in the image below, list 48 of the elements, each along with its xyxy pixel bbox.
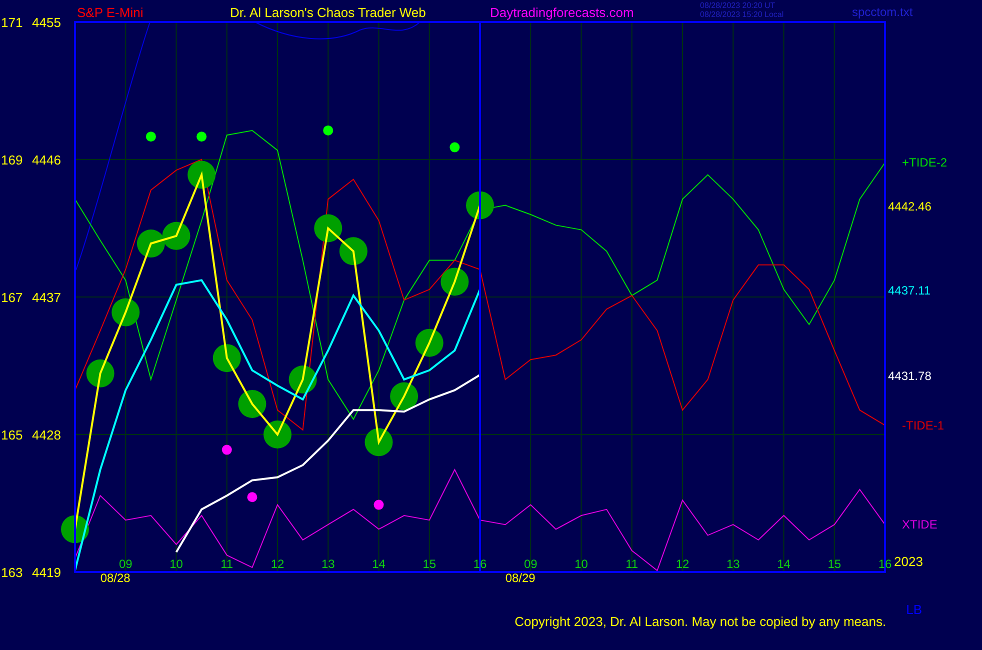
x-axis-label: 09	[524, 557, 538, 571]
x-axis-label: 10	[170, 557, 183, 571]
series-label: XTIDE	[902, 518, 938, 532]
point	[247, 492, 258, 502]
x-axis-label: 14	[777, 557, 790, 571]
value-label: 4442.46	[888, 199, 932, 214]
timestamp: 08/28/2023 15:20 Local	[700, 10, 784, 19]
x-axis-label: 14	[372, 557, 386, 571]
y-axis-label: 4428	[32, 428, 61, 442]
x-axis-label: 11	[220, 557, 234, 571]
point	[450, 142, 460, 152]
cycle-label: 169	[1, 152, 23, 168]
copyright-text: Copyright 2023, Dr. Al Larson. May not be copied by any means.	[514, 613, 886, 631]
x-axis-label: 13	[321, 557, 335, 571]
x-axis-label: 15	[422, 557, 436, 571]
x-axis-label: 12	[676, 557, 690, 571]
cycle-label: 171	[1, 15, 23, 30]
x-axis-label: 12	[270, 557, 284, 571]
value-label: 4431.78	[888, 368, 932, 383]
cycle-label: 167	[1, 290, 23, 305]
x-axis-label: 10	[574, 557, 588, 571]
x-axis-label: 11	[626, 557, 638, 571]
y-axis-label: 4437	[32, 290, 61, 305]
point	[374, 500, 384, 510]
cycle-label: 163	[1, 565, 23, 580]
instrument-label: S&P E-Mini	[77, 5, 144, 20]
y-axis-label: 4419	[32, 565, 61, 580]
point	[196, 132, 207, 142]
timestamp: 08/28/2023 20:20 UT	[700, 1, 776, 10]
site-link[interactable]: Daytradingforecasts.com	[490, 5, 634, 20]
date-label: 08/28	[100, 571, 130, 585]
point	[323, 125, 334, 136]
initials-text: LB	[906, 601, 922, 619]
cycle-label: 165	[1, 428, 23, 442]
date-label: 08/29	[505, 571, 536, 585]
x-axis-label: 15	[828, 557, 842, 571]
point	[146, 132, 156, 142]
chart-title: Dr. Al Larson's Chaos Trader Web	[230, 5, 426, 20]
series-label: -TIDE-1	[902, 418, 944, 432]
file-name: spcctom.txt	[852, 5, 913, 19]
x-axis-label: 09	[118, 557, 132, 571]
x-axis-label: 13	[726, 557, 740, 571]
value-label: 4437.11	[888, 283, 930, 298]
year-label: 2023	[894, 554, 923, 569]
series-label: +TIDE-2	[902, 156, 948, 170]
point	[222, 444, 232, 455]
y-axis-label: 4455	[32, 15, 61, 30]
y-axis-label: 4446	[32, 152, 61, 168]
